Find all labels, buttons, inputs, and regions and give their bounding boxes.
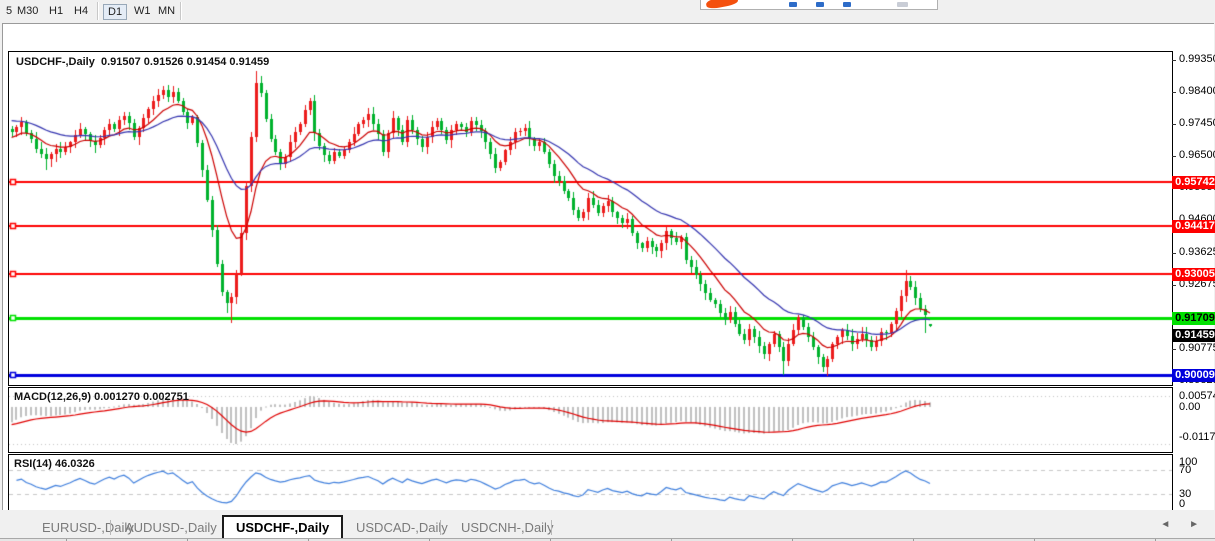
symbol-period-label: USDCHF-,Daily — [16, 56, 95, 68]
tab-audusd-daily[interactable]: AUDUSD-,Daily — [113, 517, 229, 538]
rsi-name: RSI(14) — [14, 458, 52, 470]
symbol-tabbar: ◄ ► EURUSD-,DailyAUDUSD-,DailyUSDCHF-,Da… — [0, 510, 1215, 538]
toolbar-separator — [180, 2, 182, 20]
timeframe-button-w1[interactable]: W1 — [130, 4, 155, 18]
logo-swoosh-icon — [705, 0, 738, 10]
macd-name: MACD(12,26,9) — [14, 391, 91, 403]
rsi-value: 46.0326 — [55, 458, 95, 470]
logo-letter-fragment — [897, 2, 908, 7]
rsi-panel[interactable]: RSI(14) 46.0326 — [8, 454, 1173, 511]
price-axis-tick-dash — [1172, 156, 1176, 157]
tab-separator — [110, 520, 111, 535]
price-axis-tick-dash — [1172, 285, 1176, 286]
ohlc-values: 0.91507 0.91526 0.91454 0.91459 — [101, 56, 269, 68]
price-level-badge: 0.95742 — [1172, 176, 1215, 189]
broker-logo-fragment — [700, 0, 938, 10]
price-level-badge: 0.93005 — [1172, 268, 1215, 281]
macd-axis-label: 0.00 — [1179, 401, 1200, 413]
rsi-axis-label: 0 — [1179, 498, 1185, 510]
price-level-badge: 0.90009 — [1172, 369, 1215, 382]
price-axis-tick-dash — [1172, 253, 1176, 254]
toolbar-separator — [97, 2, 99, 20]
rsi-canvas[interactable] — [9, 455, 1172, 510]
price-axis-tick: 0.90775 — [1179, 342, 1215, 354]
rsi-label: RSI(14) 46.0326 — [14, 458, 95, 470]
price-axis-tick: 0.97450 — [1179, 117, 1215, 129]
price-axis-tick-dash — [1172, 349, 1176, 350]
timeframe-button-h1[interactable]: H1 — [45, 4, 67, 18]
logo-letter-fragment — [789, 2, 797, 7]
price-axis-tick: 0.99350 — [1179, 53, 1215, 65]
price-axis-tick: 0.93625 — [1179, 246, 1215, 258]
candlestick-chart-canvas[interactable] — [9, 52, 1172, 385]
trading-terminal: 5M30H1H4D1W1MN USDCHF-,Daily 0.91507 0.9… — [0, 0, 1215, 541]
timeframe-button-d1[interactable]: D1 — [103, 4, 127, 20]
price-chart-panel[interactable]: USDCHF-,Daily 0.91507 0.91526 0.91454 0.… — [8, 51, 1173, 386]
timeframe-button-mn[interactable]: MN — [154, 4, 179, 18]
price-level-badge: 0.94417 — [1172, 220, 1215, 233]
price-axis-tick: 0.98400 — [1179, 85, 1215, 97]
chart-window: USDCHF-,Daily 0.91507 0.91526 0.91454 0.… — [2, 23, 1214, 510]
timeframe-toolbar: 5M30H1H4D1W1MN — [0, 0, 1215, 23]
price-axis-tick-dash — [1172, 124, 1176, 125]
timeframe-button-h4[interactable]: H4 — [70, 4, 92, 18]
rsi-axis-label: 70 — [1179, 464, 1191, 476]
tab-separator — [551, 520, 552, 535]
macd-axis-label: -0.011738 — [1179, 431, 1215, 443]
macd-values: 0.001270 0.002751 — [94, 391, 189, 403]
tab-scroll-arrows[interactable]: ◄ ► — [1160, 519, 1207, 530]
price-axis-tick: 0.96500 — [1179, 149, 1215, 161]
timeframe-button-m30[interactable]: M30 — [13, 4, 42, 18]
tab-usdchf-daily[interactable]: USDCHF-,Daily — [222, 515, 343, 540]
logo-letter-fragment — [816, 2, 824, 7]
tab-separator — [440, 520, 441, 535]
macd-panel[interactable]: MACD(12,26,9) 0.001270 0.002751 — [8, 387, 1173, 453]
macd-label: MACD(12,26,9) 0.001270 0.002751 — [14, 391, 189, 403]
price-level-badge: 0.91709 — [1172, 312, 1215, 325]
price-axis-tick-dash — [1172, 92, 1176, 93]
tab-usdcad-daily[interactable]: USDCAD-,Daily — [344, 517, 460, 538]
tab-usdcnh-daily[interactable]: USDCNH-,Daily — [449, 517, 565, 538]
chart-info-line: USDCHF-,Daily 0.91507 0.91526 0.91454 0.… — [16, 56, 269, 68]
logo-letter-fragment — [843, 2, 851, 7]
price-axis-tick-dash — [1172, 60, 1176, 61]
current-price-badge: 0.91459 — [1172, 329, 1215, 342]
